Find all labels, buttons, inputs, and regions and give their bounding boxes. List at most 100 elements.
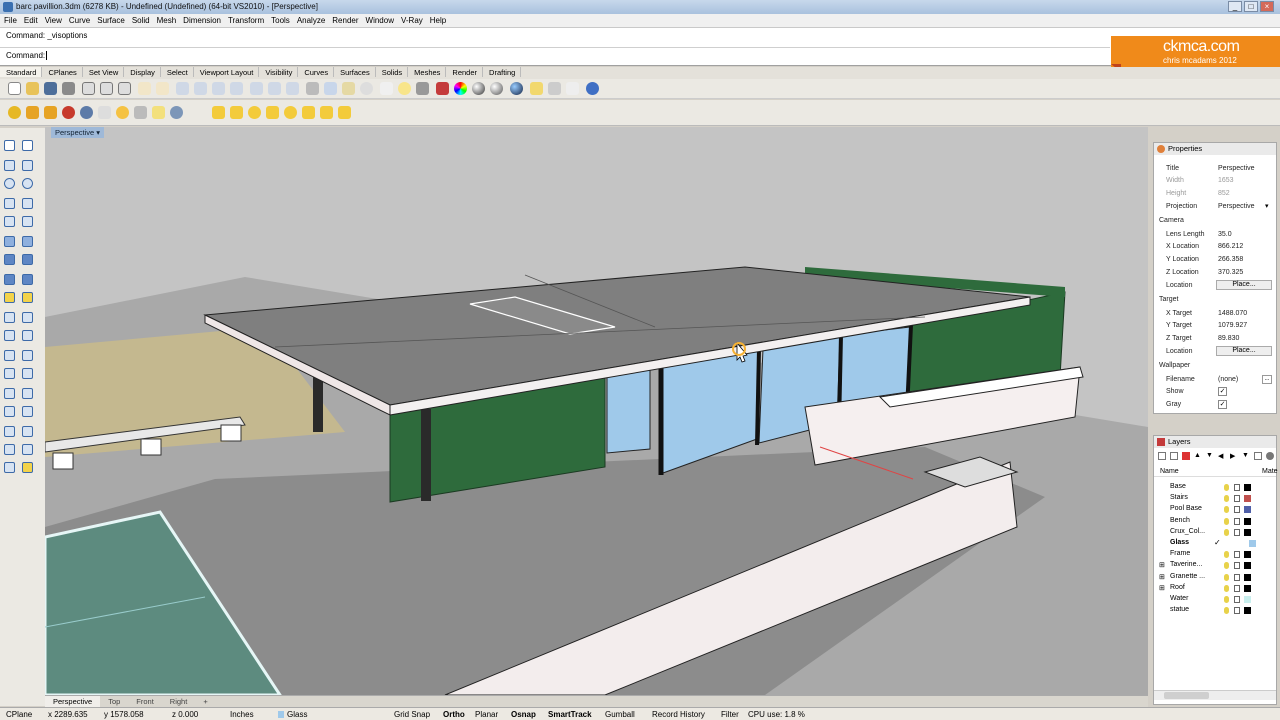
target-place-button[interactable]: Place...: [1216, 346, 1272, 356]
lock-icon[interactable]: [1234, 495, 1240, 503]
lock-icon[interactable]: [1234, 484, 1240, 491]
circle-icon[interactable]: [4, 178, 15, 189]
tab-solids[interactable]: Solids: [376, 67, 409, 77]
light-point-icon[interactable]: [212, 106, 225, 119]
light-bulb-icon[interactable]: [1224, 495, 1229, 503]
record-history-toggle[interactable]: Record History: [652, 710, 705, 719]
grid-icon[interactable]: [4, 444, 15, 455]
zoom-extents-icon[interactable]: [212, 82, 225, 95]
show-checkbox[interactable]: ✓: [1218, 387, 1227, 396]
cut-icon[interactable]: [82, 82, 95, 95]
hatch-icon[interactable]: [22, 444, 33, 455]
save-icon[interactable]: [44, 82, 57, 95]
layer-help-icon[interactable]: [1266, 452, 1274, 460]
layer-color-swatch[interactable]: [1244, 517, 1251, 525]
vray-render-icon[interactable]: [62, 106, 75, 119]
viewport-tab-top[interactable]: Top: [100, 696, 128, 707]
delete-layer-icon[interactable]: [1182, 452, 1190, 460]
move-down-icon[interactable]: ▼: [1206, 452, 1213, 459]
close-button[interactable]: ×: [1260, 1, 1274, 12]
four-views-icon[interactable]: [306, 82, 319, 95]
cylinder-icon[interactable]: [4, 274, 15, 285]
layer-row[interactable]: Water: [1154, 594, 1276, 605]
layer-row[interactable]: Frame: [1154, 549, 1276, 560]
light-bulb-icon[interactable]: [1224, 573, 1229, 581]
point-icon[interactable]: [22, 140, 33, 151]
light-omni-icon[interactable]: [248, 106, 261, 119]
layers-icon[interactable]: [436, 82, 449, 95]
polyline-icon[interactable]: [4, 160, 15, 171]
fillet-curve-icon[interactable]: [22, 216, 33, 227]
tab-select[interactable]: Select: [161, 67, 194, 77]
tab-render[interactable]: Render: [446, 67, 484, 77]
box-icon[interactable]: [4, 254, 15, 265]
layer-color-swatch[interactable]: [1244, 551, 1251, 559]
lock-icon[interactable]: [416, 82, 429, 95]
split-icon[interactable]: [22, 312, 33, 323]
render-preview-icon[interactable]: [22, 462, 33, 473]
vray-sun-icon[interactable]: [116, 106, 129, 119]
tab-cplanes[interactable]: CPlanes: [42, 67, 83, 77]
prop-ztarget-input[interactable]: 89.830: [1218, 335, 1239, 342]
text-icon[interactable]: [22, 406, 33, 417]
menu-file[interactable]: File: [0, 14, 20, 25]
zoom-selected-icon[interactable]: [230, 82, 243, 95]
menu-surface[interactable]: Surface: [93, 14, 128, 25]
scrollbar-thumb[interactable]: [1164, 692, 1209, 699]
open-file-icon[interactable]: [26, 82, 39, 95]
pan-hand-icon[interactable]: [156, 82, 169, 95]
light-bulb-icon[interactable]: [1224, 607, 1229, 615]
color-wheel-icon[interactable]: [454, 82, 467, 95]
light-dome-icon[interactable]: [284, 106, 297, 119]
redo-view-icon[interactable]: [286, 82, 299, 95]
lock-icon[interactable]: [1234, 551, 1240, 559]
explode-icon[interactable]: [22, 292, 33, 303]
tab-standard[interactable]: Standard: [0, 67, 43, 77]
options-gear-icon[interactable]: [548, 82, 561, 95]
light-bulb-icon[interactable]: [398, 82, 411, 95]
viewport-tab-front[interactable]: Front: [128, 696, 162, 707]
viewport-tab-right[interactable]: Right: [162, 696, 196, 707]
menu-curve[interactable]: Curve: [65, 14, 93, 25]
undo-icon[interactable]: [138, 82, 151, 95]
osnap-toggle[interactable]: Osnap: [511, 710, 536, 719]
lock-icon[interactable]: [1234, 562, 1240, 570]
set-cplane-icon[interactable]: [324, 82, 337, 95]
curve-icon[interactable]: [22, 160, 33, 171]
rotate-icon[interactable]: [4, 368, 15, 379]
lock-icon[interactable]: [1234, 596, 1240, 603]
layer-row[interactable]: Glass ✓: [1154, 538, 1276, 549]
dimension-icon[interactable]: [4, 406, 15, 417]
vray-light-icon[interactable]: [152, 106, 165, 119]
lock-icon[interactable]: [1234, 517, 1240, 525]
ellipse-icon[interactable]: [4, 198, 15, 209]
light-ies-icon[interactable]: [302, 106, 315, 119]
layer-color-swatch[interactable]: [1249, 540, 1256, 547]
zoom-all-icon[interactable]: [250, 82, 263, 95]
tab-viewport-layout[interactable]: Viewport Layout: [194, 67, 260, 77]
gray-checkbox[interactable]: ✓: [1218, 400, 1227, 409]
curve-edit-icon[interactable]: [4, 462, 15, 473]
viewport-title-tab[interactable]: Perspective ▾: [51, 127, 105, 138]
layer-row[interactable]: Stairs: [1154, 493, 1276, 504]
status-layer[interactable]: Glass: [287, 710, 307, 719]
tab-drafting[interactable]: Drafting: [483, 67, 522, 77]
lock-icon[interactable]: [1234, 584, 1240, 592]
vray-options-icon[interactable]: [26, 106, 39, 119]
tab-visibility[interactable]: Visibility: [259, 67, 299, 77]
chevron-down-icon[interactable]: ▾: [1265, 202, 1269, 210]
move-left-icon[interactable]: ◀: [1218, 452, 1223, 460]
new-file-icon[interactable]: [8, 82, 21, 95]
menu-tools[interactable]: Tools: [267, 14, 293, 25]
join-icon[interactable]: [22, 330, 33, 341]
surface-corner-icon[interactable]: [4, 236, 15, 247]
new-layer-icon[interactable]: [1158, 452, 1166, 460]
light-rect-icon[interactable]: [266, 106, 279, 119]
layer-color-swatch[interactable]: [1244, 584, 1251, 592]
vray-sphere-icon[interactable]: [170, 106, 183, 119]
select-icon[interactable]: [360, 82, 373, 95]
layer-tools-icon[interactable]: [1254, 452, 1262, 460]
array-icon[interactable]: [4, 388, 15, 399]
gumball-toggle[interactable]: Gumball: [605, 710, 635, 719]
tab-curves[interactable]: Curves: [298, 67, 335, 77]
